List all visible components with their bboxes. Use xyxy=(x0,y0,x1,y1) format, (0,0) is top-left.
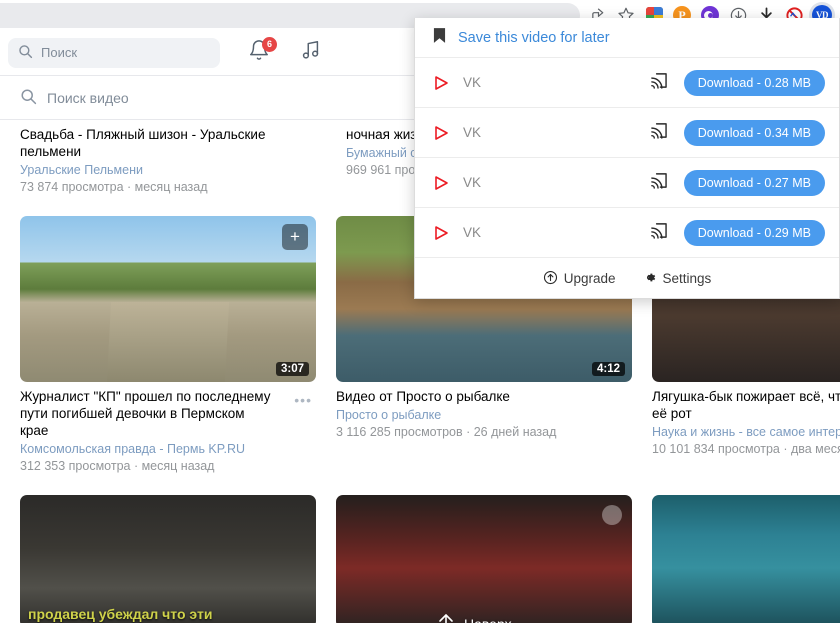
video-duration: 3:07 xyxy=(275,362,309,376)
video-meta: 73 874 просмотра · месяц назад xyxy=(20,180,208,194)
video-title[interactable]: Журналист "КП" прошел по последнему пути… xyxy=(20,388,272,439)
video-duration: 4:12 xyxy=(591,362,625,376)
video-author[interactable]: Просто о рыбалке xyxy=(336,408,632,422)
video-card[interactable] xyxy=(336,495,632,623)
download-row-label: VK xyxy=(463,225,482,240)
cast-icon[interactable] xyxy=(649,222,668,244)
download-row-label: VK xyxy=(463,175,482,190)
search-input[interactable]: Поиск xyxy=(8,37,220,68)
video-title[interactable]: Свадьба - Пляжный шизон - Уральские пель… xyxy=(20,126,326,160)
video-author[interactable]: Уральские Пельмени xyxy=(20,163,326,177)
video-meta: 10 101 834 просмотра · два месяца н xyxy=(652,442,840,456)
scroll-to-top-label: Наверх xyxy=(464,616,512,623)
upgrade-circle-arrow-icon xyxy=(543,270,558,288)
music-note-icon xyxy=(300,39,322,66)
video-meta: 312 353 просмотра · месяц назад xyxy=(20,459,215,473)
download-row: VK Download - 0.28 MB xyxy=(415,58,839,108)
play-triangle-icon[interactable] xyxy=(433,225,449,241)
popup-footer: Upgrade Settings xyxy=(415,258,839,298)
video-author[interactable]: Комсомольская правда - Пермь KP.RU xyxy=(20,442,316,456)
video-caption: продавец убеждал что эти xyxy=(28,606,213,622)
gear-icon xyxy=(642,270,657,288)
video-thumbnail[interactable]: + 3:07 xyxy=(20,216,316,382)
download-button[interactable]: Download - 0.28 MB xyxy=(683,69,825,96)
settings-button[interactable]: Settings xyxy=(642,270,712,288)
video-row-bottom: продавец убеждал что эти xyxy=(0,495,840,623)
video-card[interactable]: продавец убеждал что эти xyxy=(20,495,316,623)
video-downloader-popup: Save this video for later VK Download - … xyxy=(414,18,840,299)
download-button[interactable]: Download - 0.29 MB xyxy=(683,219,825,246)
scroll-to-top-button[interactable]: Наверх xyxy=(438,612,512,623)
video-search-placeholder: Поиск видео xyxy=(47,89,129,106)
cast-icon[interactable] xyxy=(649,72,668,94)
search-placeholder: Поиск xyxy=(41,45,78,60)
upgrade-button[interactable]: Upgrade xyxy=(543,270,616,288)
video-thumbnail[interactable] xyxy=(336,495,632,623)
download-row: VK Download - 0.29 MB xyxy=(415,208,839,258)
popup-header[interactable]: Save this video for later xyxy=(415,18,839,58)
popup-header-title: Save this video for later xyxy=(458,29,610,46)
play-triangle-icon[interactable] xyxy=(433,175,449,191)
download-button[interactable]: Download - 0.27 MB xyxy=(683,169,825,196)
settings-label: Settings xyxy=(662,271,712,286)
video-more-button[interactable]: ••• xyxy=(294,392,312,408)
search-icon xyxy=(18,44,33,62)
video-meta: 3 116 285 просмотров · 26 дней назад xyxy=(336,425,557,439)
download-row-label: VK xyxy=(463,75,482,90)
video-card[interactable]: + 3:07 ••• Журналист "КП" прошел по посл… xyxy=(20,216,316,473)
video-thumbnail[interactable] xyxy=(652,495,840,623)
upgrade-label: Upgrade xyxy=(563,271,616,286)
screenshot-root: Поиск 6 Поиск видео Свадьба - Пляжный ши… xyxy=(0,0,840,623)
download-button[interactable]: Download - 0.34 MB xyxy=(683,119,825,146)
download-row-label: VK xyxy=(463,125,482,140)
video-author[interactable]: Наука и жизнь - все самое интересно xyxy=(652,425,840,439)
bookmark-filled-icon xyxy=(433,27,446,49)
video-title[interactable]: Видео от Просто о рыбалке xyxy=(336,388,632,405)
add-to-watch-later-button[interactable]: + xyxy=(282,224,308,250)
notifications-button[interactable]: 6 xyxy=(246,36,277,66)
video-card[interactable] xyxy=(652,495,840,623)
music-button[interactable] xyxy=(298,40,324,66)
play-triangle-icon[interactable] xyxy=(433,75,449,91)
download-row: VK Download - 0.27 MB xyxy=(415,158,839,208)
cast-icon[interactable] xyxy=(649,172,668,194)
video-card[interactable]: Свадьба - Пляжный шизон - Уральские пель… xyxy=(20,120,326,194)
arrow-up-icon xyxy=(438,612,454,623)
search-icon xyxy=(20,88,37,108)
video-title[interactable]: Лягушка-бык пожирает всё, что помещается… xyxy=(652,388,840,422)
download-row: VK Download - 0.34 MB xyxy=(415,108,839,158)
cast-icon[interactable] xyxy=(649,122,668,144)
notifications-badge: 6 xyxy=(262,36,277,52)
thumbnail-action-icon[interactable] xyxy=(602,505,622,525)
video-thumbnail[interactable]: продавец убеждал что эти xyxy=(20,495,316,623)
play-triangle-icon[interactable] xyxy=(433,125,449,141)
